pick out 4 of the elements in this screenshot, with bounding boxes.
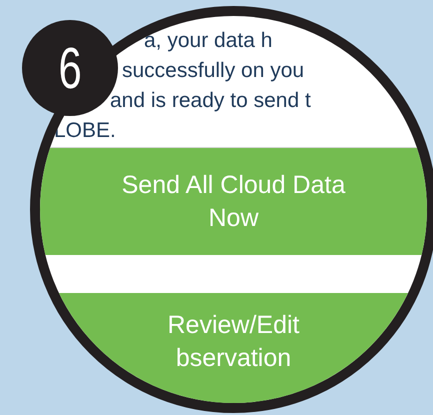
action-button[interactable]: Send All Cloud Data Now bbox=[40, 148, 427, 255]
message-text-line: and is ready to send t bbox=[110, 88, 311, 114]
message-text-line: a, your data h bbox=[144, 28, 272, 54]
message-text-line: successfully on you bbox=[122, 58, 304, 84]
